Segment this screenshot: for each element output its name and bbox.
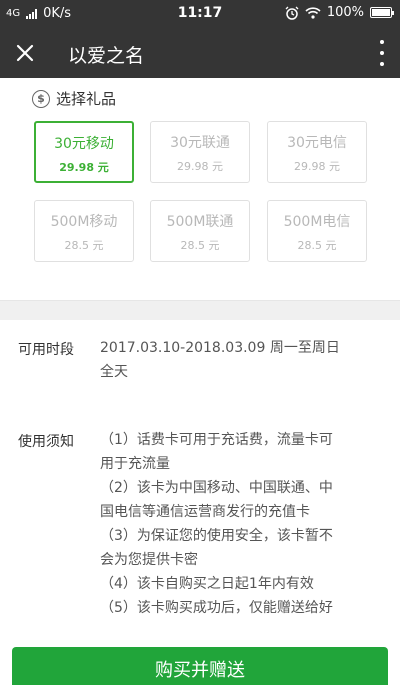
- availability-label: 可用时段: [18, 342, 74, 358]
- gift-option-price: 29.98 元: [294, 160, 340, 173]
- gift-option-name: 500M移动: [50, 214, 118, 230]
- more-dot-icon: [380, 62, 384, 66]
- more-menu-button[interactable]: [376, 40, 388, 66]
- notes-text: （1）话费卡可用于充话费，流量卡可 用于充流量 （2）该卡为中国移动、中国联通、…: [100, 428, 385, 620]
- battery-percent: 100%: [326, 5, 364, 20]
- availability-text: 2017.03.10-2018.03.09 周一至周日 全天: [100, 336, 385, 384]
- gift-option-name: 30元电信: [287, 135, 347, 151]
- gift-option[interactable]: 30元移动 29.98 元: [34, 121, 134, 183]
- gift-option-price: 29.98 元: [59, 161, 109, 174]
- close-button[interactable]: [8, 36, 42, 70]
- notes-line: （1）话费卡可用于充话费，流量卡可: [100, 432, 333, 448]
- gift-header: $ 选择礼品: [32, 88, 116, 109]
- status-right: 100%: [285, 5, 394, 20]
- gift-option[interactable]: 30元电信 29.98 元: [267, 121, 367, 183]
- availability-line: 全天: [100, 364, 128, 380]
- notes-line: （4）该卡自购买之日起1年内有效: [100, 576, 314, 592]
- gift-option-price: 28.5 元: [64, 239, 104, 252]
- buy-and-gift-button[interactable]: 购买并赠送: [12, 647, 388, 685]
- nav-bar: 以爱之名: [0, 28, 400, 78]
- gift-header-label: 选择礼品: [56, 90, 117, 108]
- gift-option-price: 28.5 元: [180, 239, 220, 252]
- gift-option-price: 28.5 元: [297, 239, 337, 252]
- notes-line: 会为您提供卡密: [100, 552, 198, 568]
- notes-line: （2）该卡为中国移动、中国联通、中: [100, 480, 333, 496]
- more-dot-icon: [380, 51, 384, 55]
- gift-option[interactable]: 30元联通 29.98 元: [150, 121, 250, 183]
- notes-line: （5）该卡购买成功后，仅能赠送给好: [100, 600, 333, 616]
- gift-option[interactable]: 500M联通 28.5 元: [150, 200, 250, 262]
- gift-option-name: 500M联通: [166, 214, 234, 230]
- notes-label: 使用须知: [18, 434, 74, 450]
- page-title: 以爱之名: [68, 45, 145, 67]
- more-dot-icon: [380, 40, 384, 44]
- alarm-icon: [285, 6, 299, 20]
- notes-line: （3）为保证您的使用安全，该卡暂不: [100, 528, 333, 544]
- gift-section: $ 选择礼品 30元移动 29.98 元 30元联通 29.98 元 30元电信…: [0, 78, 400, 300]
- availability-line: 2017.03.10-2018.03.09 周一至周日: [100, 340, 340, 356]
- wifi-icon: [305, 6, 321, 19]
- dollar-icon: $: [32, 89, 50, 108]
- gift-option[interactable]: 500M电信 28.5 元: [267, 200, 367, 262]
- notes-line: 国电信等通信运营商发行的充值卡: [100, 504, 310, 520]
- battery-icon: [370, 7, 394, 18]
- gift-option-price: 29.98 元: [177, 160, 223, 173]
- notes-line: 用于充流量: [100, 456, 170, 472]
- close-icon: [16, 44, 34, 62]
- gift-option[interactable]: 500M移动 28.5 元: [34, 200, 134, 262]
- gift-option-name: 500M电信: [283, 214, 351, 230]
- section-divider: [0, 300, 400, 320]
- status-bar: 4G 0K/s 11:17 100%: [0, 0, 400, 28]
- gift-option-name: 30元联通: [170, 135, 230, 151]
- gift-option-name: 30元移动: [54, 136, 114, 152]
